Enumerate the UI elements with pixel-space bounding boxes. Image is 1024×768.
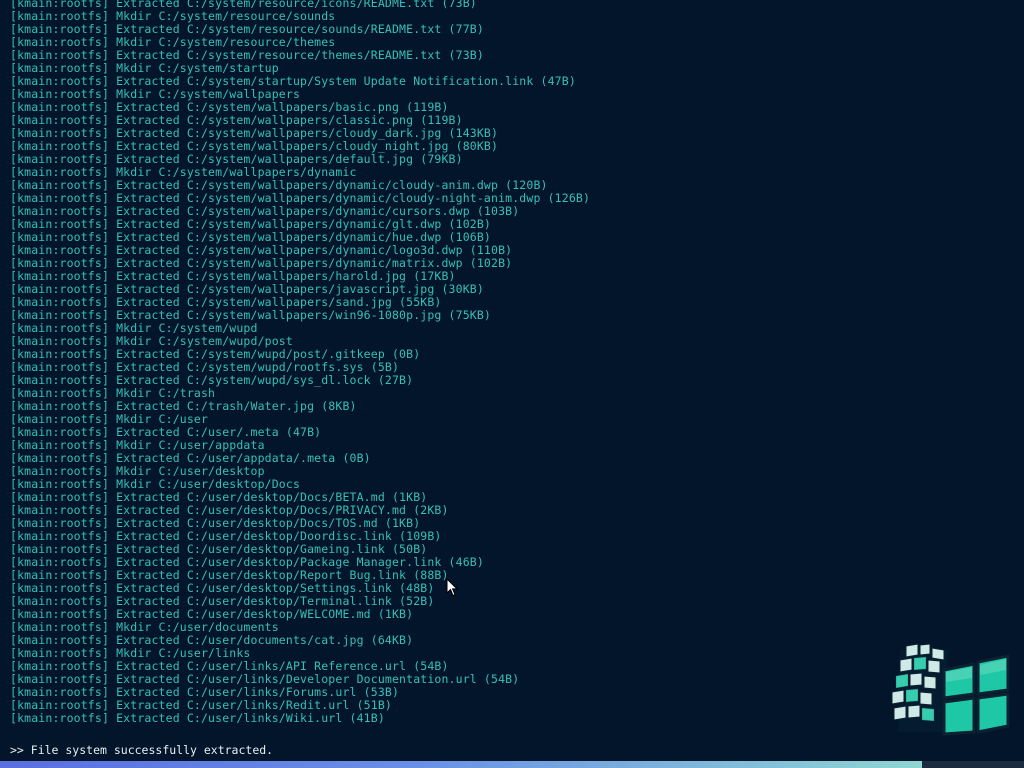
progress-bar-fill	[0, 761, 922, 768]
boot-screen: [kmain:rootfs] Extracted C:/system/resou…	[0, 0, 1024, 768]
boot-log: [kmain:rootfs] Extracted C:/system/resou…	[10, 0, 1014, 725]
status-message: >> File system successfully extracted.	[10, 743, 274, 757]
log-line: [kmain:rootfs] Extracted C:/user/links/W…	[10, 711, 385, 725]
progress-bar	[0, 761, 1024, 768]
windows96-logo-icon	[886, 640, 1014, 746]
mouse-cursor-icon	[446, 578, 458, 597]
